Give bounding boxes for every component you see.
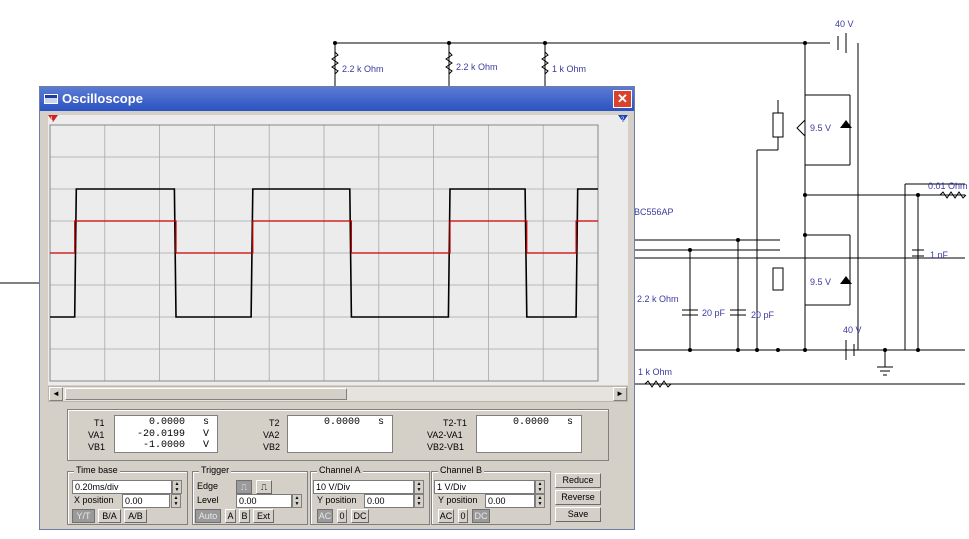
falling-edge-icon[interactable]: ⎍ — [256, 480, 272, 494]
capacitor-label-1: 20 pF — [702, 308, 726, 318]
vb1-unit: V — [202, 440, 209, 451]
va1-unit: V — [202, 429, 209, 440]
horizontal-scrollbar[interactable]: ◄ ► — [48, 386, 628, 402]
window-icon — [44, 94, 58, 104]
reverse-button[interactable]: Reverse — [555, 490, 601, 505]
close-button[interactable]: ✕ — [613, 90, 632, 108]
trigger-a-button[interactable]: A — [225, 509, 236, 523]
channel-b-ypos-spinner[interactable]: ▲ ▼ — [535, 494, 545, 508]
t2-value: 0.0000 — [323, 417, 360, 428]
channel-b-group: Channel B 1 V/Div ▲ ▼ Y position 0.00 ▲ ▼ … — [431, 465, 551, 525]
level-label: Level — [197, 495, 219, 505]
zener-label-top: 9.5 V — [810, 123, 831, 133]
channel-a-ac-button[interactable]: AC — [317, 509, 333, 523]
vb1-label: VB1 — [88, 442, 106, 452]
battery-label-bottom: 40 V — [843, 325, 862, 335]
t1-unit: s — [202, 417, 209, 428]
vb2-label: VB2 — [263, 442, 281, 452]
channel-b-zero-button[interactable]: 0 — [458, 509, 468, 523]
resistor-label-mid: 2.2 k Ohm — [637, 294, 679, 304]
scroll-right-icon[interactable]: ► — [613, 387, 627, 401]
t1-value: 0.0000 — [148, 417, 185, 428]
channel-a-scale-input[interactable]: 10 V/Div — [313, 480, 414, 494]
channel-b-scale-input[interactable]: 1 V/Div — [434, 480, 535, 494]
trigger-label: Trigger — [199, 465, 232, 475]
va1-label: VA1 — [88, 430, 105, 440]
t2-label: T2 — [269, 418, 280, 428]
timebase-input[interactable]: 0.20ms/div — [72, 480, 172, 494]
readout-box-1: 0.0000 s -20.0199 V -1.0000 V — [114, 415, 218, 453]
resistor-label-r3: 1 k Ohm — [552, 64, 586, 74]
rising-edge-icon[interactable]: ⎍ — [236, 480, 252, 494]
channel-b-label: Channel B — [438, 465, 485, 475]
channel-b-dc-button[interactable]: DC — [472, 509, 490, 523]
va1-value: -20.0199 — [136, 429, 185, 440]
scroll-thumb[interactable] — [65, 388, 347, 400]
readout-box-3: 0.0000 s — [476, 415, 582, 453]
va2-label: VA2 — [263, 430, 280, 440]
zener-label-bottom: 9.5 V — [810, 277, 831, 287]
channel-a-zero-button[interactable]: 0 — [337, 509, 347, 523]
channel-a-ypos-label: Y position — [317, 495, 357, 505]
vb2-vb1-label: VB2-VB1 — [427, 442, 465, 452]
t1-label: T1 — [94, 418, 105, 428]
readout-box-2: 0.0000 s — [287, 415, 393, 453]
channel-b-ypos-label: Y position — [438, 495, 478, 505]
t2-t1-value: 0.0000 — [512, 417, 549, 428]
channel-a-ypos-spinner[interactable]: ▲ ▼ — [414, 494, 424, 508]
title-bar[interactable]: Oscilloscope ✕ — [40, 87, 634, 111]
timebase-spinner[interactable]: ▲ ▼ — [172, 480, 182, 494]
resistor-label-right: 0.01 Ohm — [928, 181, 968, 191]
resistor-label-r2: 2.2 k Ohm — [456, 62, 498, 72]
timebase-label: Time base — [74, 465, 120, 475]
scope-display: 1 2 — [48, 115, 628, 385]
resistor-label-r1: 2.2 k Ohm — [342, 64, 384, 74]
window-title: Oscilloscope — [62, 91, 143, 106]
level-spinner[interactable]: ▲ ▼ — [292, 494, 302, 508]
x-position-label: X position — [74, 495, 114, 505]
trigger-group: Trigger Edge ⎍ ⎍ Level 0.00 ▲ ▼ Auto A B … — [192, 465, 308, 525]
oscilloscope-window[interactable]: Oscilloscope ✕ 1 2 ◄ ► T1 VA1 VB1 0.0000… — [39, 86, 635, 530]
trigger-auto-button[interactable]: Auto — [195, 509, 221, 523]
scope-background — [48, 115, 628, 385]
resistor-label-bottom: 1 k Ohm — [638, 367, 672, 377]
ba-button[interactable]: B/A — [98, 509, 121, 523]
x-position-spinner[interactable]: ▲ ▼ — [171, 494, 181, 508]
cursor-readout-panel: T1 VA1 VB1 0.0000 s -20.0199 V -1.0000 V T2… — [67, 409, 609, 461]
x-position-input[interactable]: 0.00 — [122, 494, 170, 508]
trigger-b-button[interactable]: B — [239, 509, 250, 523]
reduce-button[interactable]: Reduce — [555, 473, 601, 488]
edge-label: Edge — [197, 481, 219, 491]
channel-a-group: Channel A 10 V/Div ▲ ▼ Y position 0.00 ▲ ▼… — [310, 465, 430, 525]
ab-button[interactable]: A/B — [124, 509, 147, 523]
level-input[interactable]: 0.00 — [236, 494, 292, 508]
t2-unit: s — [377, 417, 384, 428]
channel-a-scale-spinner[interactable]: ▲ ▼ — [414, 480, 424, 494]
t2-t1-label: T2-T1 — [443, 418, 468, 428]
vb1-value: -1.0000 — [142, 440, 185, 451]
trigger-ext-button[interactable]: Ext — [253, 509, 274, 523]
va2-va1-label: VA2-VA1 — [427, 430, 463, 440]
save-button[interactable]: Save — [555, 507, 601, 522]
channel-b-scale-spinner[interactable]: ▲ ▼ — [535, 480, 545, 494]
battery-label-top: 40 V — [835, 19, 854, 29]
timebase-group: Time base 0.20ms/div ▲ ▼ X position 0.00 … — [67, 465, 188, 525]
transistor-label: BC556AP — [634, 207, 674, 217]
channel-b-ypos-input[interactable]: 0.00 — [485, 494, 535, 508]
channel-a-dc-button[interactable]: DC — [351, 509, 369, 523]
channel-a-ypos-input[interactable]: 0.00 — [364, 494, 414, 508]
t2-t1-unit: s — [566, 417, 573, 428]
yt-button[interactable]: Y/T — [72, 509, 95, 523]
capacitor-label-1nf: 1 nF — [930, 250, 949, 260]
scroll-left-icon[interactable]: ◄ — [49, 387, 63, 401]
channel-a-label: Channel A — [317, 465, 363, 475]
capacitor-label-2: 20 pF — [751, 310, 775, 320]
channel-b-ac-button[interactable]: AC — [438, 509, 454, 523]
